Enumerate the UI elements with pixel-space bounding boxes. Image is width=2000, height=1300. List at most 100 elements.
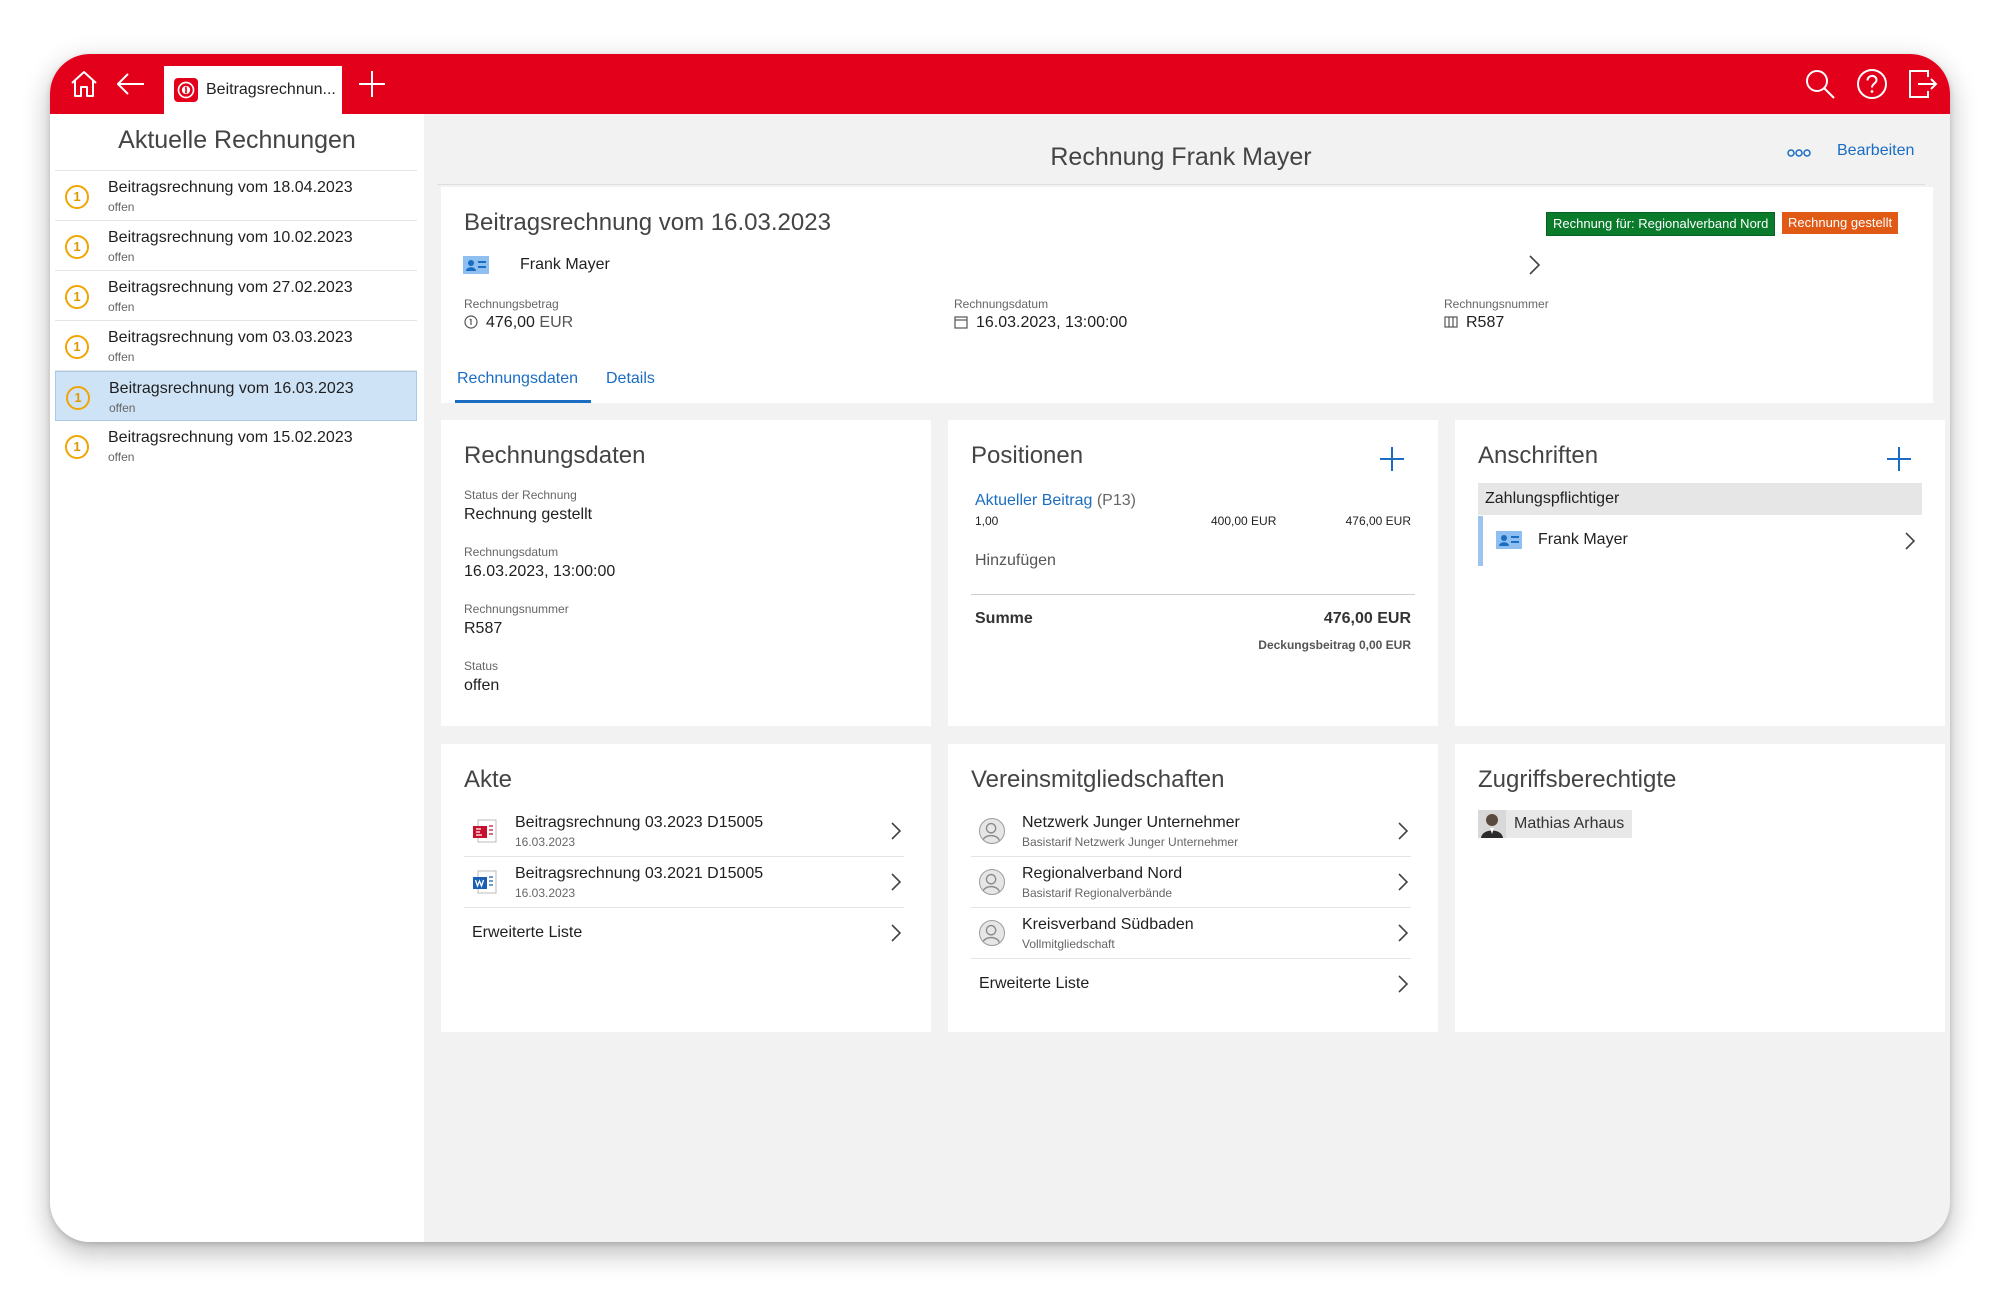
list-item[interactable]: 1 Beitragsrechnung vom 10.02.2023 offen bbox=[55, 221, 417, 271]
invoice-list: 1 Beitragsrechnung vom 18.04.2023 offen … bbox=[55, 170, 417, 470]
position-code: (P13) bbox=[1096, 492, 1136, 509]
membership-row[interactable]: Regionalverband Nord Basistarif Regional… bbox=[971, 857, 1411, 908]
invoice-person-link[interactable]: Frank Mayer bbox=[463, 251, 1543, 281]
search-icon[interactable] bbox=[1804, 68, 1836, 100]
membership-name: Kreisverband Südbaden bbox=[1022, 916, 1194, 933]
state-label: Status bbox=[464, 659, 499, 673]
tab-details[interactable]: Details bbox=[606, 370, 655, 400]
extended-list-link[interactable]: Erweiterte Liste bbox=[464, 908, 904, 958]
contact-card-icon bbox=[1496, 530, 1522, 550]
help-icon[interactable] bbox=[1856, 68, 1888, 100]
extended-list-label: Erweiterte Liste bbox=[979, 975, 1090, 992]
anschriften-card: Anschriften Zahlungspflichtiger Frank Ma… bbox=[1455, 420, 1945, 726]
pending-badge-icon: 1 bbox=[65, 285, 89, 309]
list-item-label: Beitragsrechnung vom 18.04.2023 bbox=[108, 179, 353, 196]
logout-icon[interactable] bbox=[1906, 68, 1938, 100]
tab-rechnungsdaten[interactable]: Rechnungsdaten bbox=[455, 370, 591, 403]
coverage-value: Deckungsbeitrag 0,00 EUR bbox=[1258, 638, 1411, 652]
tab-label: Beitragsrechnun... bbox=[206, 81, 336, 98]
contact-card-icon bbox=[463, 255, 489, 275]
number-label: Rechnungsnummer bbox=[1444, 297, 1549, 311]
sidebar-title: Aktuelle Rechnungen bbox=[118, 126, 356, 154]
positionen-card: Positionen Aktueller Beitrag (P13) 1,00 … bbox=[948, 420, 1438, 726]
membership-tariff: Basistarif Netzwerk Junger Unternehmer bbox=[1022, 835, 1239, 849]
access-person-chip[interactable]: Mathias Arhaus bbox=[1478, 810, 1633, 838]
document-row[interactable]: Beitragsrechnung 03.2021 D15005 16.03.20… bbox=[464, 857, 904, 908]
page-title: Rechnung Frank Mayer bbox=[437, 136, 1925, 185]
pending-badge-icon: 1 bbox=[66, 386, 90, 410]
amount-badge-icon bbox=[464, 315, 478, 329]
membership-tariff: Vollmitgliedschaft bbox=[1022, 937, 1115, 951]
home-icon[interactable] bbox=[68, 68, 100, 100]
extended-list-link[interactable]: Erweiterte Liste bbox=[971, 959, 1411, 1009]
person-name: Frank Mayer bbox=[520, 256, 610, 273]
list-item-label: Beitragsrechnung vom 27.02.2023 bbox=[108, 279, 353, 296]
membership-name: Netzwerk Junger Unternehmer bbox=[1022, 814, 1240, 831]
list-item-selected[interactable]: 1 Beitragsrechnung vom 16.03.2023 offen bbox=[55, 371, 417, 421]
list-item-label: Beitragsrechnung vom 10.02.2023 bbox=[108, 229, 353, 246]
document-name: Beitragsrechnung 03.2021 D15005 bbox=[515, 865, 764, 882]
list-item-status: offen bbox=[108, 300, 135, 314]
position-item[interactable]: Aktueller Beitrag (P13) bbox=[975, 492, 1136, 510]
pending-badge-icon: 1 bbox=[65, 235, 89, 259]
pending-badge-icon: 1 bbox=[65, 185, 89, 209]
address-row[interactable]: Frank Mayer bbox=[1478, 516, 1922, 566]
pdf-file-icon bbox=[472, 818, 498, 844]
document-date: 16.03.2023 bbox=[515, 835, 576, 849]
list-item[interactable]: 1 Beitragsrechnung vom 27.02.2023 offen bbox=[55, 271, 417, 321]
chevron-right-icon bbox=[889, 922, 903, 944]
tab-invoice[interactable]: Beitragsrechnun... bbox=[164, 66, 342, 114]
date-value: 16.03.2023, 13:00:00 bbox=[464, 563, 616, 580]
add-position-icon[interactable] bbox=[1380, 447, 1404, 471]
list-item-status: offen bbox=[109, 401, 136, 415]
amount-currency: EUR bbox=[539, 314, 574, 331]
number-value: R587 bbox=[464, 620, 503, 637]
chevron-right-icon bbox=[1525, 253, 1543, 277]
state-value: offen bbox=[464, 677, 500, 694]
person-placeholder-icon bbox=[979, 869, 1005, 895]
access-title: Zugriffsberechtigte bbox=[1478, 766, 1677, 793]
membership-row[interactable]: Kreisverband Südbaden Vollmitgliedschaft bbox=[971, 908, 1411, 959]
barcode-icon bbox=[1444, 315, 1458, 329]
chevron-right-icon bbox=[1396, 922, 1410, 944]
more-options-icon[interactable] bbox=[1786, 143, 1812, 163]
date-text: 16.03.2023, 13:00:00 bbox=[976, 314, 1128, 331]
list-item-status: offen bbox=[108, 350, 135, 364]
pending-badge-icon: 1 bbox=[65, 435, 89, 459]
list-item[interactable]: 1 Beitragsrechnung vom 15.02.2023 offen bbox=[55, 421, 417, 470]
invoice-header-card: Beitragsrechnung vom 16.03.2023 Rechnung… bbox=[441, 187, 1933, 403]
membership-row[interactable]: Netzwerk Junger Unternehmer Basistarif N… bbox=[971, 806, 1411, 857]
back-arrow-icon[interactable] bbox=[114, 68, 146, 100]
list-item-status: offen bbox=[108, 250, 135, 264]
recipient-badge: Rechnung für: Regionalverband Nord bbox=[1546, 212, 1776, 236]
sum-divider bbox=[971, 594, 1415, 595]
chevron-right-icon bbox=[1396, 973, 1410, 995]
chevron-right-icon bbox=[1396, 820, 1410, 842]
add-position-link[interactable]: Hinzufügen bbox=[975, 552, 1056, 570]
invoice-title: Beitragsrechnung vom 16.03.2023 bbox=[464, 209, 831, 236]
person-placeholder-icon bbox=[979, 920, 1005, 946]
access-person-name: Mathias Arhaus bbox=[1514, 815, 1625, 832]
top-bar: Beitragsrechnun... bbox=[50, 54, 1950, 114]
number-value: R587 bbox=[1444, 314, 1504, 332]
positionen-title: Positionen bbox=[971, 442, 1084, 469]
calendar-icon bbox=[954, 315, 968, 329]
add-address-icon[interactable] bbox=[1887, 447, 1911, 471]
document-date: 16.03.2023 bbox=[515, 886, 576, 900]
date-label: Rechnungsdatum bbox=[954, 297, 1049, 311]
list-item[interactable]: 1 Beitragsrechnung vom 18.04.2023 offen bbox=[55, 171, 417, 221]
edit-button[interactable]: Bearbeiten bbox=[1837, 142, 1914, 160]
document-row[interactable]: Beitragsrechnung 03.2023 D15005 16.03.20… bbox=[464, 806, 904, 857]
address-person: Frank Mayer bbox=[1538, 531, 1628, 548]
list-item-label: Beitragsrechnung vom 15.02.2023 bbox=[108, 429, 353, 446]
list-item[interactable]: 1 Beitragsrechnung vom 03.03.2023 offen bbox=[55, 321, 417, 371]
position-qty: 1,00 bbox=[975, 514, 999, 528]
list-item-label: Beitragsrechnung vom 03.03.2023 bbox=[108, 329, 353, 346]
number-text: R587 bbox=[1466, 314, 1505, 331]
number-label: Rechnungsnummer bbox=[464, 602, 569, 616]
memberships-card: Vereinsmitgliedschaften Netzwerk Junger … bbox=[948, 744, 1438, 1032]
chevron-right-icon bbox=[1396, 871, 1410, 893]
document-name: Beitragsrechnung 03.2023 D15005 bbox=[515, 814, 764, 831]
add-tab-icon[interactable] bbox=[356, 68, 388, 100]
amount-value: 476,00 EUR bbox=[464, 314, 573, 332]
